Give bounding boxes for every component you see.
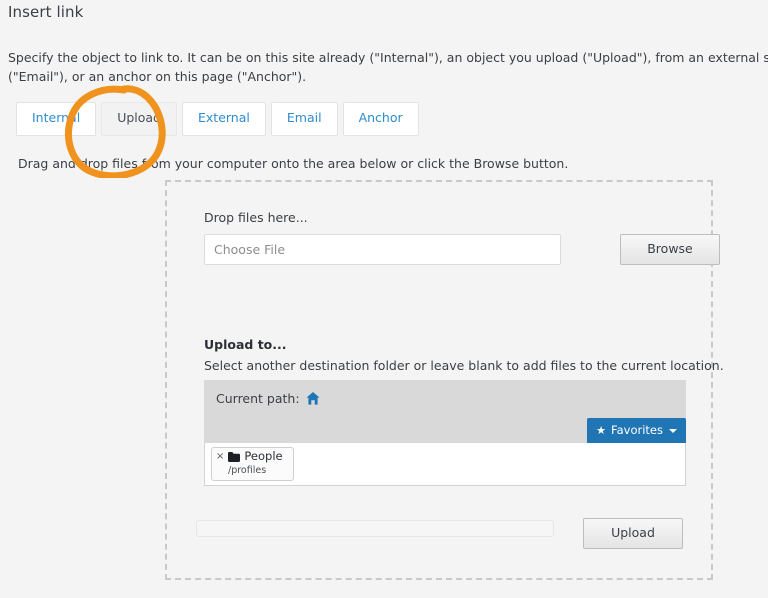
folder-chip-people[interactable]: × People /profiles xyxy=(211,447,294,481)
upload-button[interactable]: Upload xyxy=(583,518,683,549)
drag-drop-instruction: Drag and drop files from your computer o… xyxy=(18,156,569,171)
upload-progress-bar xyxy=(196,520,554,537)
folder-chip-top: × People xyxy=(212,448,293,463)
tab-internal[interactable]: Internal xyxy=(16,102,97,136)
upload-to-description: Select another destination folder or lea… xyxy=(204,358,724,373)
drop-files-label: Drop files here... xyxy=(204,210,308,225)
choose-file-input[interactable] xyxy=(204,234,561,265)
home-icon[interactable] xyxy=(305,392,320,405)
folder-chip-path: /profiles xyxy=(228,464,267,476)
chevron-down-icon xyxy=(669,428,677,433)
current-path-row: Current path: xyxy=(216,391,320,406)
folder-icon xyxy=(228,451,241,462)
tab-anchor[interactable]: Anchor xyxy=(342,102,419,136)
current-path-label: Current path: xyxy=(216,391,300,406)
insert-link-page: Insert link Specify the object to link t… xyxy=(0,0,768,598)
star-icon: ★ xyxy=(596,424,607,437)
favorites-label: Favorites xyxy=(611,422,663,437)
tab-email[interactable]: Email xyxy=(270,102,338,136)
intro-line-1: Specify the object to link to. It can be… xyxy=(8,50,768,65)
destination-folder-list: × People /profiles xyxy=(204,443,686,486)
page-title: Insert link xyxy=(8,3,84,21)
close-icon[interactable]: × xyxy=(216,451,224,462)
upload-dropzone[interactable]: Drop files here... Browse Upload to... S… xyxy=(165,180,724,580)
browse-button[interactable]: Browse xyxy=(620,234,720,265)
intro-line-2: ("Email"), or an anchor on this page ("A… xyxy=(8,69,307,84)
tab-upload[interactable]: Upload xyxy=(101,102,177,136)
favorites-button[interactable]: ★ Favorites xyxy=(587,418,686,443)
upload-to-title: Upload to... xyxy=(204,337,287,352)
tab-external[interactable]: External xyxy=(182,102,266,136)
link-type-tabs: Internal Upload External Email Anchor xyxy=(16,102,419,136)
intro-paragraph: Specify the object to link to. It can be… xyxy=(8,48,768,86)
file-chooser-row: Browse xyxy=(204,234,720,266)
folder-chip-name: People xyxy=(244,449,283,463)
current-path-panel: Current path: ★ Favorites xyxy=(204,380,686,443)
